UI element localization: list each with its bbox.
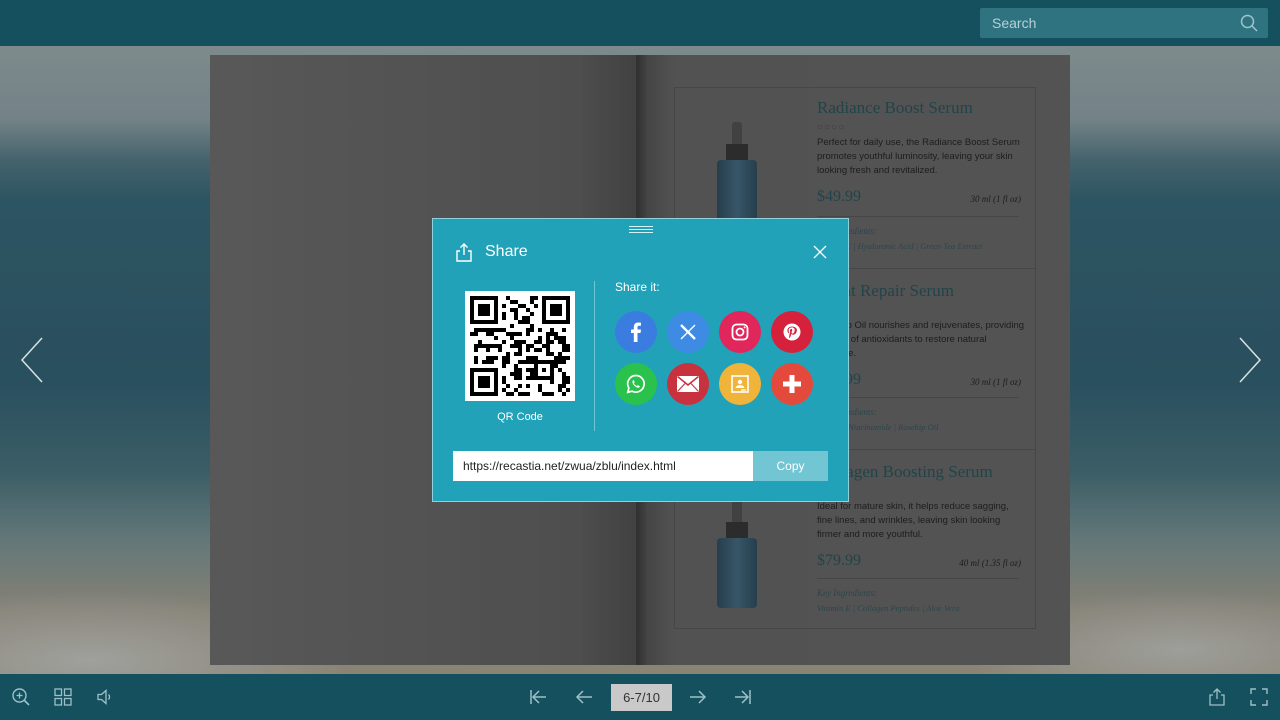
x-share-button[interactable] — [667, 311, 709, 353]
bottom-toolbar: 6-7/10 — [0, 674, 1280, 720]
share-toolbar-icon[interactable] — [1207, 687, 1227, 707]
copy-button[interactable]: Copy — [753, 451, 828, 481]
share-icon — [456, 243, 472, 262]
close-icon[interactable] — [812, 244, 828, 260]
qr-code — [465, 291, 575, 401]
dialog-title: Share — [485, 243, 528, 260]
more-share-button[interactable] — [771, 363, 813, 405]
first-page-icon[interactable] — [528, 687, 548, 707]
sound-icon[interactable] — [95, 687, 115, 707]
share-dialog: Share QR Code Share it: Copy — [432, 218, 849, 502]
previous-page-icon[interactable] — [574, 687, 594, 707]
facebook-icon — [631, 322, 641, 342]
qr-code-label: QR Code — [497, 411, 543, 423]
next-page-icon[interactable] — [688, 687, 708, 707]
instagram-share-button[interactable] — [719, 311, 761, 353]
fullscreen-icon[interactable] — [1249, 687, 1269, 707]
share-it-label: Share it: — [615, 280, 660, 294]
thumbnails-grid-icon[interactable] — [53, 687, 73, 707]
google-classroom-share-button[interactable] — [719, 363, 761, 405]
whatsapp-share-button[interactable] — [615, 363, 657, 405]
more-share-icon — [783, 375, 801, 393]
share-url-field[interactable] — [453, 451, 753, 481]
email-share-button[interactable] — [667, 363, 709, 405]
page-indicator[interactable]: 6-7/10 — [611, 684, 672, 711]
previous-page-arrow-icon[interactable] — [18, 335, 48, 385]
email-icon — [676, 375, 700, 392]
whatsapp-icon — [626, 374, 645, 394]
search-icon[interactable] — [1240, 14, 1258, 32]
x-icon — [680, 324, 696, 340]
drag-handle[interactable] — [629, 226, 653, 233]
next-page-arrow-icon[interactable] — [1234, 335, 1264, 385]
pinterest-icon — [783, 323, 801, 341]
dialog-header: Share — [455, 241, 528, 263]
search-box — [980, 8, 1268, 38]
zoom-in-icon[interactable] — [11, 687, 31, 707]
search-input[interactable] — [980, 8, 1236, 38]
pinterest-share-button[interactable] — [771, 311, 813, 353]
last-page-icon[interactable] — [733, 687, 753, 707]
facebook-share-button[interactable] — [615, 311, 657, 353]
top-bar — [0, 0, 1280, 46]
qr-code-image — [470, 296, 570, 396]
instagram-icon — [731, 323, 749, 341]
google-classroom-icon — [731, 375, 749, 393]
vertical-divider — [594, 281, 595, 431]
